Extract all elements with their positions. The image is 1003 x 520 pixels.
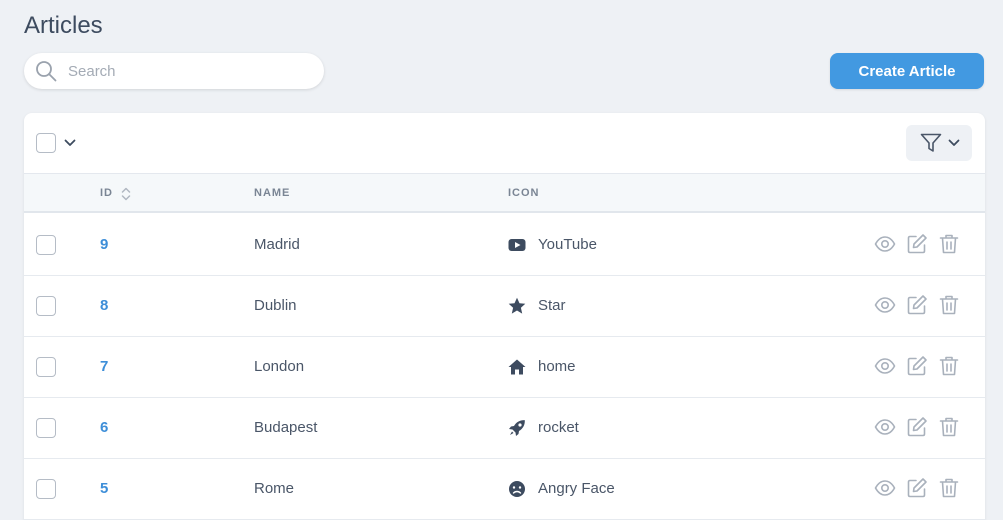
edit-button[interactable] <box>906 355 928 377</box>
row-actions <box>874 233 964 257</box>
eye-icon <box>874 358 896 374</box>
table-toolbar <box>24 113 985 173</box>
angry-face-icon <box>508 480 526 498</box>
home-icon <box>508 358 526 376</box>
trash-icon <box>939 234 959 254</box>
delete-button[interactable] <box>938 355 960 377</box>
article-id-link[interactable]: 7 <box>100 358 108 375</box>
trash-icon <box>939 417 959 437</box>
edit-icon <box>907 478 927 498</box>
edit-icon <box>907 417 927 437</box>
filter-button[interactable] <box>906 125 972 161</box>
search-input[interactable] <box>68 61 308 81</box>
icon-label: rocket <box>538 419 579 436</box>
icon-label: Angry Face <box>538 480 615 497</box>
table-row: 6 Budapest rocket <box>24 398 985 459</box>
row-checkbox[interactable] <box>36 479 56 499</box>
eye-icon <box>874 480 896 496</box>
articles-table-card: ID NAME ICON 9 Madrid YouTube 8 Dublin S… <box>24 113 985 520</box>
row-actions <box>874 416 964 440</box>
article-id-link[interactable]: 8 <box>100 297 108 314</box>
table-row: 9 Madrid YouTube <box>24 215 985 276</box>
article-name: Rome <box>254 480 295 497</box>
column-header-name: NAME <box>254 187 291 199</box>
edit-icon <box>907 356 927 376</box>
eye-icon <box>874 297 896 313</box>
icon-label: home <box>538 358 576 375</box>
delete-button[interactable] <box>938 416 960 438</box>
page-title: Articles <box>24 12 103 39</box>
view-button[interactable] <box>874 294 896 316</box>
trash-icon <box>939 356 959 376</box>
column-header-id[interactable]: ID <box>100 187 113 199</box>
edit-button[interactable] <box>906 294 928 316</box>
star-icon <box>508 297 526 315</box>
column-header-icon: ICON <box>508 187 540 199</box>
icon-label: YouTube <box>538 236 597 253</box>
row-actions <box>874 294 964 318</box>
row-checkbox[interactable] <box>36 235 56 255</box>
search-icon <box>36 61 57 82</box>
rocket-icon <box>508 419 526 437</box>
table-row: 7 London home <box>24 337 985 398</box>
article-name: Dublin <box>254 297 297 314</box>
edit-button[interactable] <box>906 416 928 438</box>
article-name: London <box>254 358 305 375</box>
edit-icon <box>907 234 927 254</box>
article-id-link[interactable]: 5 <box>100 480 108 497</box>
chevron-down-icon[interactable] <box>64 138 76 148</box>
article-id-link[interactable]: 6 <box>100 419 108 436</box>
table-row: 5 Rome Angry Face <box>24 459 985 520</box>
row-actions <box>874 355 964 379</box>
row-checkbox[interactable] <box>36 296 56 316</box>
view-button[interactable] <box>874 416 896 438</box>
table-row: 8 Dublin Star <box>24 276 985 337</box>
icon-label: Star <box>538 297 566 314</box>
select-all-checkbox[interactable] <box>36 133 56 153</box>
trash-icon <box>939 478 959 498</box>
delete-button[interactable] <box>938 477 960 499</box>
edit-button[interactable] <box>906 233 928 255</box>
edit-button[interactable] <box>906 477 928 499</box>
article-name: Budapest <box>254 419 318 436</box>
search-box[interactable] <box>24 53 324 89</box>
view-button[interactable] <box>874 355 896 377</box>
table-header: ID NAME ICON <box>24 173 985 213</box>
chevron-down-icon <box>948 139 960 146</box>
eye-icon <box>874 236 896 252</box>
filter-icon <box>920 133 942 152</box>
eye-icon <box>874 419 896 435</box>
row-checkbox[interactable] <box>36 357 56 377</box>
trash-icon <box>939 295 959 315</box>
row-checkbox[interactable] <box>36 418 56 438</box>
delete-button[interactable] <box>938 233 960 255</box>
youtube-icon <box>508 236 526 254</box>
article-name: Madrid <box>254 236 300 253</box>
row-actions <box>874 477 964 501</box>
view-button[interactable] <box>874 233 896 255</box>
create-article-button[interactable]: Create Article <box>830 53 984 89</box>
view-button[interactable] <box>874 477 896 499</box>
edit-icon <box>907 295 927 315</box>
article-id-link[interactable]: 9 <box>100 236 108 253</box>
delete-button[interactable] <box>938 294 960 316</box>
sort-icon[interactable] <box>121 186 131 202</box>
